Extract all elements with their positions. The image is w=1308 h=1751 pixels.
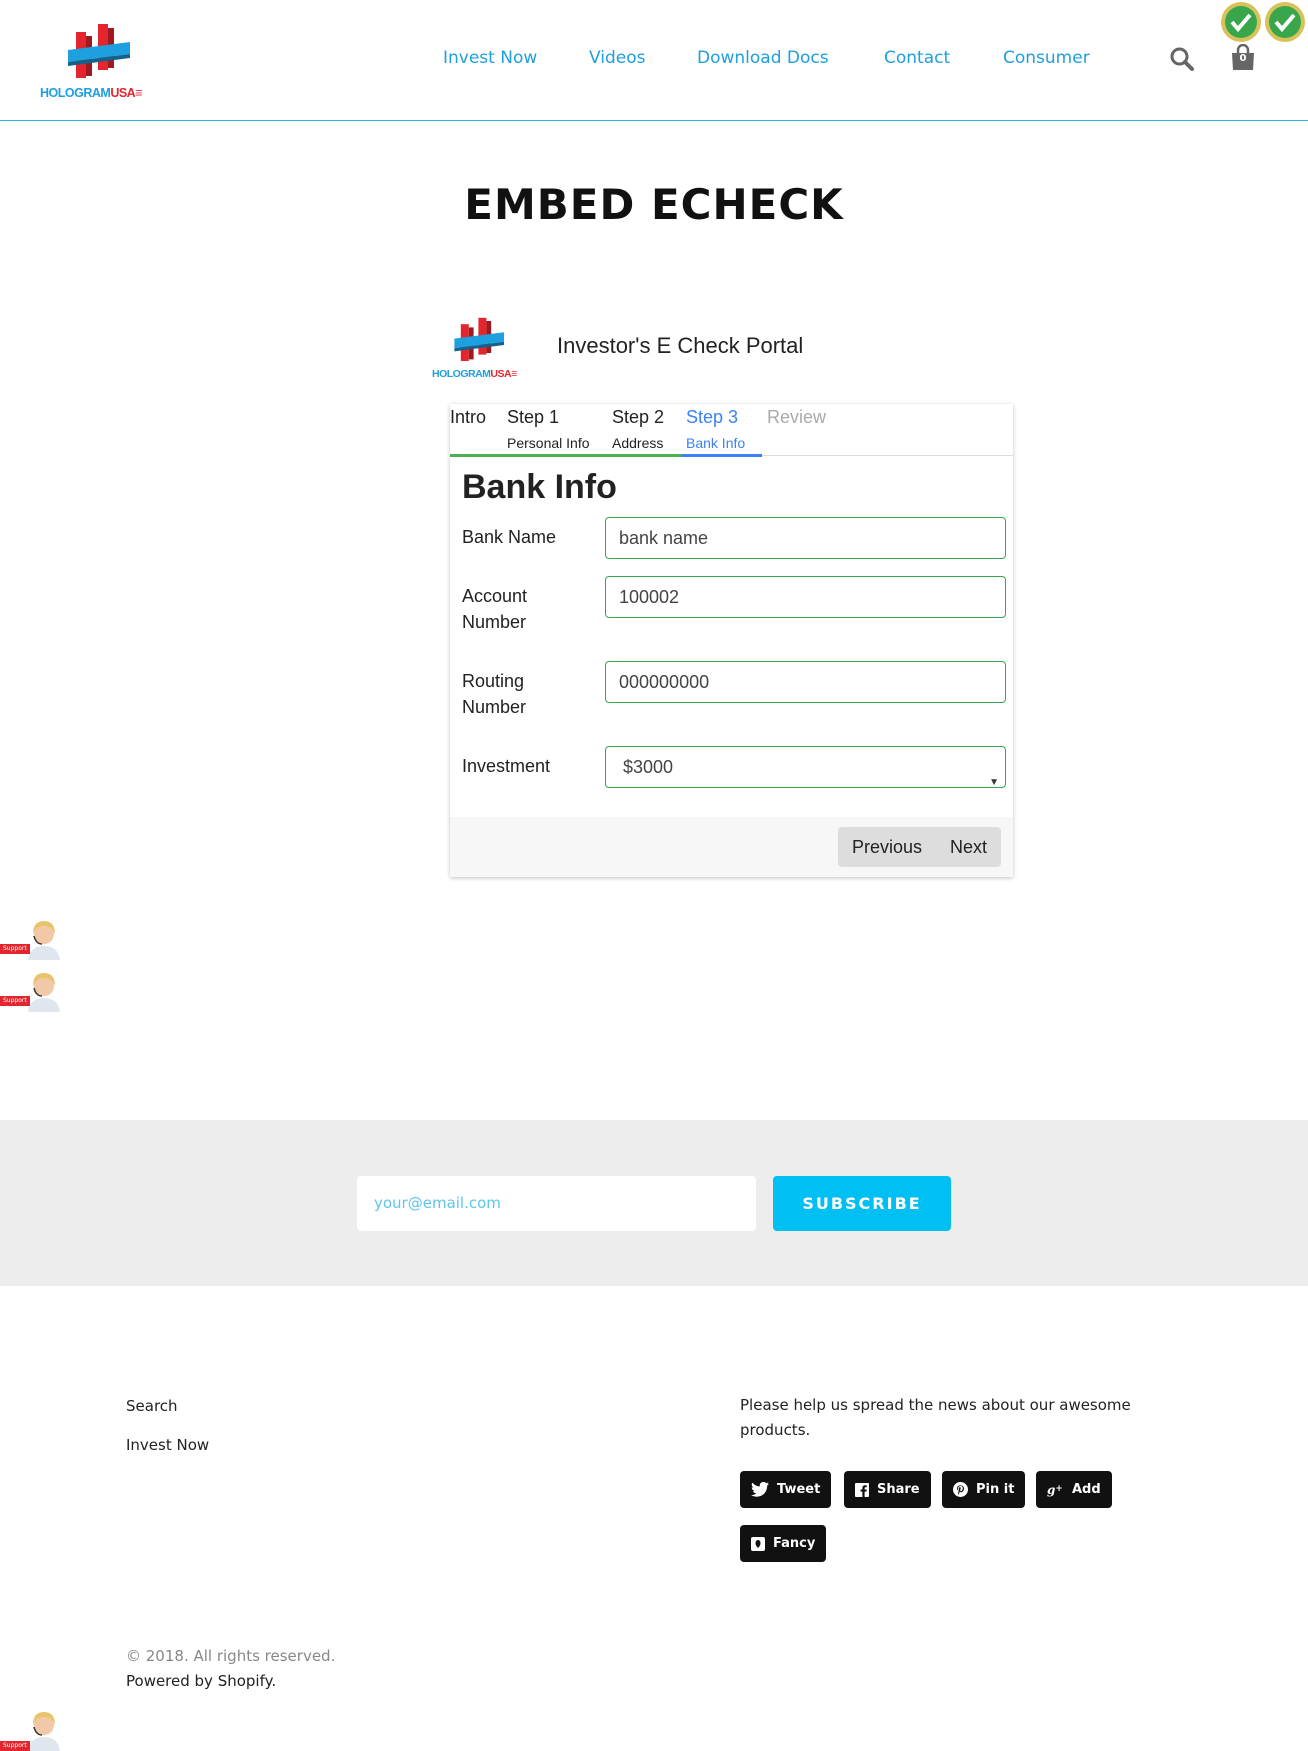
page-title: EMBED ECHECK [464,180,844,229]
support-tag: Support [0,996,30,1006]
portal-logo: HOLOGRAMUSA≡ [432,314,528,384]
step-progress-bar [450,454,504,457]
email-input[interactable]: your@email.com [357,1176,756,1231]
support-tag: Support [0,944,30,954]
fancy-icon [751,1536,765,1551]
tweet-button[interactable]: Tweet [740,1471,832,1508]
logo-text: HOLOGRAMUSA≡ [40,86,143,100]
nav-button-group: Previous Next [837,827,1001,867]
bank-name-input[interactable]: bank name [605,517,1006,559]
step-progress-bar [608,454,682,457]
step-progress-bar [682,454,762,457]
routing-number-label: Routing Number [462,671,527,717]
echeck-form-card: Intro Step 1 Personal Info Step 2 Addres… [450,404,1013,877]
nav-contact[interactable]: Contact [884,48,950,68]
investment-label: Investment [462,756,551,776]
nav-consumer[interactable]: Consumer [1003,48,1090,68]
nav-videos[interactable]: Videos [589,48,646,68]
newsletter-section: your@email.com SUBSCRIBE [0,1120,1308,1286]
svg-text:g: g [1047,1483,1055,1497]
step-address[interactable]: Step 2 Address [608,404,682,457]
footer-link-invest-now[interactable]: Invest Now [126,1436,209,1454]
share-message: Please help us spread the news about our… [740,1396,1131,1439]
step-personal-info[interactable]: Step 1 Personal Info [504,404,608,457]
pinterest-icon [953,1482,968,1497]
step-intro[interactable]: Intro [450,404,504,457]
form-footer: Previous Next [450,817,1013,877]
shopping-bag-icon[interactable]: 0 [1230,43,1256,72]
subscribe-button[interactable]: SUBSCRIBE [773,1176,951,1231]
account-number-input[interactable]: 100002 [605,576,1006,618]
copyright-text: © 2018. All rights reserved. [126,1647,336,1665]
portal-logo-text: HOLOGRAMUSA≡ [432,368,517,380]
support-widget[interactable]: Support [0,970,64,1012]
logo-graphic [68,24,130,78]
twitter-icon [751,1482,769,1497]
form-title: Bank Info [462,468,617,506]
verified-badges [1218,0,1308,46]
support-agent-icon [28,1712,60,1751]
support-agent-icon [28,973,60,1012]
step-review[interactable]: Review [767,404,847,456]
powered-by-text[interactable]: Powered by Shopify. [126,1672,276,1690]
fancy-button[interactable]: Fancy [740,1525,827,1562]
search-icon[interactable] [1169,46,1195,72]
support-widget[interactable]: Support [0,918,64,960]
cart-count: 0 [1239,53,1247,64]
support-tag: Support [0,1741,30,1751]
google-plus-button[interactable]: g + Add [1036,1471,1112,1508]
support-widget[interactable]: Support [0,1709,64,1751]
routing-number-input[interactable]: 000000000 [605,661,1006,703]
hologram-usa-logo[interactable]: HOLOGRAMUSA≡ [40,20,160,104]
step-tabs: Intro Step 1 Personal Info Step 2 Addres… [450,404,1013,457]
chevron-down-icon: ▼ [989,777,999,788]
support-agent-icon [28,921,60,960]
portal-title: Investor's E Check Portal [557,333,804,358]
facebook-icon [855,1482,869,1497]
pinterest-button[interactable]: Pin it [942,1471,1026,1508]
investment-select[interactable]: $3000 ▼ [605,746,1006,788]
nav-download-docs[interactable]: Download Docs [697,48,829,68]
facebook-share-button[interactable]: Share [844,1471,931,1508]
bank-name-label: Bank Name [462,527,557,547]
previous-button[interactable]: Previous [838,827,936,867]
footer-link-search[interactable]: Search [126,1397,178,1415]
site-header: HOLOGRAMUSA≡ Invest Now Videos Download … [0,0,1308,121]
nav-invest-now[interactable]: Invest Now [443,48,537,68]
next-button[interactable]: Next [936,827,1001,867]
step-progress-bar [504,454,608,457]
account-number-label: Account Number [462,586,528,632]
svg-text:+: + [1056,1483,1063,1493]
google-plus-icon: g + [1047,1483,1063,1497]
step-bank-info[interactable]: Step 3 Bank Info [682,404,762,457]
